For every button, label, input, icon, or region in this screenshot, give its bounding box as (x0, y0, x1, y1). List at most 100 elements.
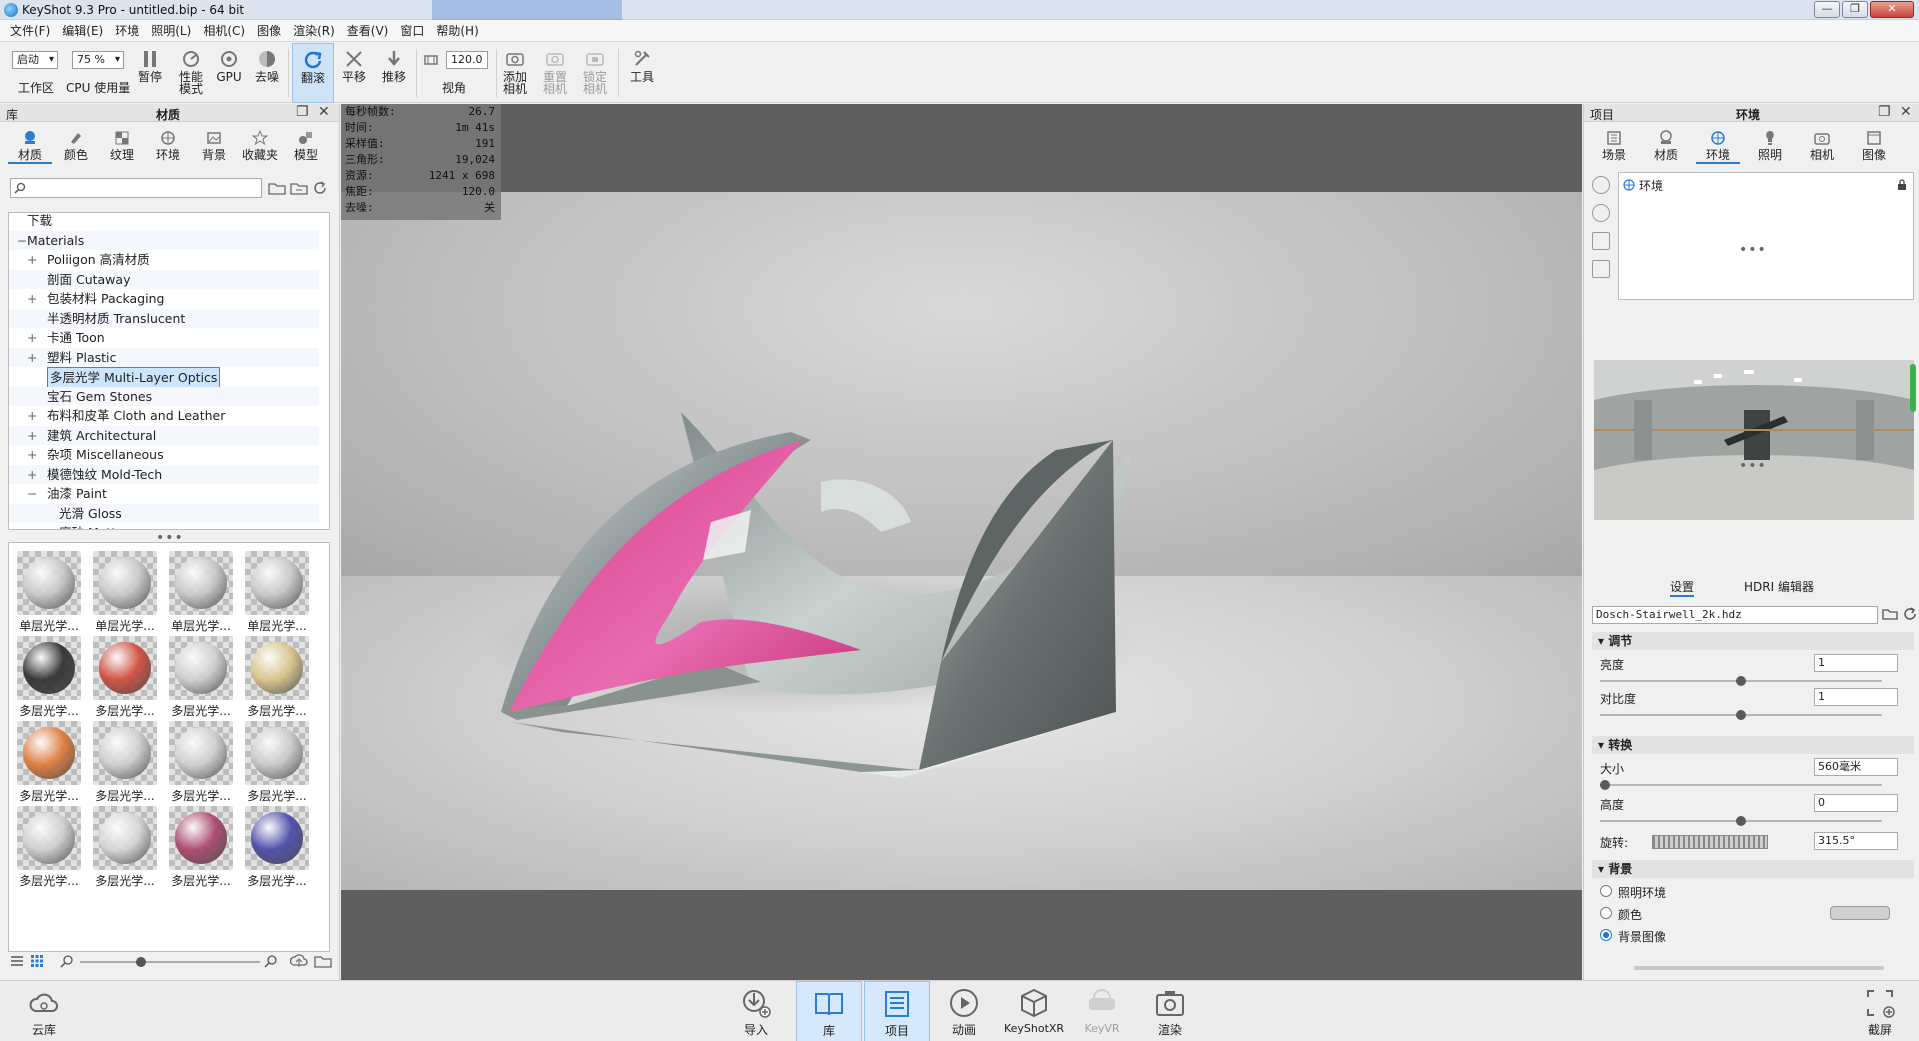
menu-view[interactable]: 查看(V) (341, 22, 395, 39)
menu-help[interactable]: 帮助(H) (430, 22, 484, 39)
dolly-button[interactable]: 推移 (376, 43, 412, 103)
animation-button[interactable]: 动画 (934, 981, 994, 1041)
size-input[interactable]: 560毫米 (1814, 758, 1898, 776)
expand-icon[interactable]: + (27, 426, 37, 445)
tab-image[interactable]: 图像 (1852, 128, 1896, 164)
material-thumbnail[interactable]: 单层光学... (89, 549, 161, 633)
menu-environment[interactable]: 环境 (109, 22, 145, 39)
adjust-section-header[interactable]: ▾ 调节 (1592, 632, 1914, 650)
tree-item[interactable]: 光滑 Gloss (9, 503, 319, 523)
render-button[interactable]: 渲染 (1140, 981, 1200, 1041)
gpu-button[interactable]: GPU (214, 43, 244, 103)
height-input[interactable]: 0 (1814, 794, 1898, 812)
panel-scrollbar[interactable] (1634, 966, 1884, 970)
tab-environment[interactable]: 环境 (1696, 128, 1740, 164)
tree-item[interactable]: 半透明材质 Translucent (9, 308, 319, 328)
material-thumbnail[interactable]: 多层光学... (89, 804, 161, 888)
expand-icon[interactable]: + (27, 445, 37, 464)
tab-favorites[interactable]: 收藏夹 (238, 128, 282, 164)
slider-knob[interactable] (1736, 816, 1746, 826)
height-slider[interactable] (1600, 816, 1882, 826)
real-time-render[interactable] (341, 192, 1582, 890)
close-button[interactable]: ✕ (1870, 1, 1914, 18)
menu-image[interactable]: 图像 (251, 22, 287, 39)
tree-item[interactable]: + 建筑 Architectural (9, 425, 319, 445)
library-search-input[interactable] (10, 178, 262, 198)
slider-knob[interactable] (1736, 676, 1746, 686)
remove-folder-icon[interactable] (290, 180, 308, 196)
thumbnail-size-slider[interactable] (80, 957, 260, 967)
reload-icon[interactable] (1902, 606, 1918, 622)
lock-icon[interactable] (1897, 179, 1907, 191)
tab-settings[interactable]: 设置 (1670, 578, 1695, 597)
import-button[interactable]: 导入 (726, 981, 786, 1041)
workspace-select[interactable]: 启动 (12, 51, 58, 69)
material-thumbnail[interactable]: 多层光学... (89, 634, 161, 718)
tab-lighting[interactable]: 照明 (1748, 128, 1792, 164)
library-button[interactable]: 库 (796, 981, 862, 1041)
tab-scene[interactable]: 场景 (1592, 128, 1636, 164)
tree-item[interactable]: + 杂项 Miscellaneous (9, 445, 319, 464)
add-camera-button[interactable]: 添加 相机 (498, 43, 532, 103)
material-thumbnail[interactable]: 多层光学... (165, 804, 237, 888)
keyshotxr-button[interactable]: KeyShotXR (1002, 981, 1066, 1041)
pause-button[interactable]: 暂停 (132, 43, 168, 103)
render-viewport[interactable]: 每秒帧数: 26.7 时间: 1m 41s 采样值: 191 三角形: 19,024 资源: 12… (341, 104, 1582, 980)
tab-materials[interactable]: 材质 (8, 128, 52, 164)
resize-handle[interactable]: ••• (1739, 458, 1767, 474)
material-thumbnail[interactable]: 多层光学... (13, 634, 85, 718)
add-environment-icon[interactable] (1592, 176, 1610, 194)
expand-icon[interactable]: + (27, 406, 37, 425)
tree-item[interactable]: − 油漆 Paint (9, 484, 319, 503)
tree-item[interactable]: 磨砂 Matte (9, 523, 319, 529)
material-thumbnail[interactable]: 单层光学... (241, 549, 313, 633)
tree-item[interactable]: 宝石 Gem Stones (9, 386, 319, 406)
tree-item[interactable]: 多层光学 Multi-Layer Optics (9, 367, 319, 388)
tree-item[interactable]: + 卡通 Toon (9, 328, 319, 347)
tab-models[interactable]: 模型 (284, 128, 328, 164)
menu-render[interactable]: 渲染(R) (287, 22, 341, 39)
float-panel-icon[interactable]: ❐ (296, 104, 309, 120)
brightness-input[interactable]: 1 (1814, 654, 1898, 672)
grid-view-icon[interactable] (30, 954, 44, 968)
expand-icon[interactable]: + (27, 328, 37, 347)
keyvr-button[interactable]: KeyVR (1072, 981, 1132, 1041)
maximize-button[interactable]: ❐ (1842, 1, 1868, 18)
performance-mode-button[interactable]: 性能 模式 (170, 43, 212, 103)
slider-knob[interactable] (1736, 710, 1746, 720)
screenshot-button[interactable]: 截屏 (1850, 981, 1910, 1041)
denoise-button[interactable]: 去噪 (250, 43, 284, 103)
material-thumbnail[interactable]: 多层光学... (241, 719, 313, 803)
material-thumbnail[interactable]: 单层光学... (13, 549, 85, 633)
float-panel-icon[interactable]: ❐ (1878, 104, 1891, 120)
tab-camera[interactable]: 相机 (1800, 128, 1844, 164)
hdri-scrollbar[interactable] (1910, 364, 1916, 412)
expand-icon[interactable]: + (27, 465, 37, 484)
tab-colors[interactable]: 颜色 (54, 128, 98, 164)
copy-environment-icon[interactable] (1592, 232, 1610, 250)
material-thumbnail[interactable]: 多层光学... (89, 719, 161, 803)
collapse-icon[interactable]: − (17, 231, 27, 250)
tab-textures[interactable]: 纹理 (100, 128, 144, 164)
slider-knob[interactable] (136, 957, 146, 967)
material-thumbnail[interactable]: 多层光学... (241, 634, 313, 718)
background-image-radio[interactable]: 背景图像 (1600, 926, 1800, 944)
material-thumbnail[interactable]: 单层光学... (165, 549, 237, 633)
rendered-model[interactable] (341, 192, 1582, 890)
menu-camera[interactable]: 相机(C) (197, 22, 251, 39)
menu-edit[interactable]: 编辑(E) (56, 22, 109, 39)
tumble-button[interactable]: 翻滚 (292, 43, 334, 103)
rotation-jog-wheel[interactable] (1652, 835, 1768, 849)
field-of-view-input[interactable]: 120.0 (446, 51, 488, 69)
cpu-usage-select[interactable]: 75 % (72, 51, 124, 69)
tab-material[interactable]: 材质 (1644, 128, 1688, 164)
material-thumbnail[interactable]: 多层光学... (165, 634, 237, 718)
slider-knob[interactable] (1600, 780, 1610, 790)
material-thumbnail[interactable]: 多层光学... (13, 719, 85, 803)
contrast-input[interactable]: 1 (1814, 688, 1898, 706)
brightness-slider[interactable] (1600, 676, 1882, 686)
menu-window[interactable]: 窗口 (394, 22, 430, 39)
background-section-header[interactable]: ▾ 背景 (1592, 860, 1914, 878)
minimize-button[interactable]: — (1814, 1, 1840, 18)
tree-item[interactable]: + 模德蚀纹 Mold-Tech (9, 464, 319, 484)
